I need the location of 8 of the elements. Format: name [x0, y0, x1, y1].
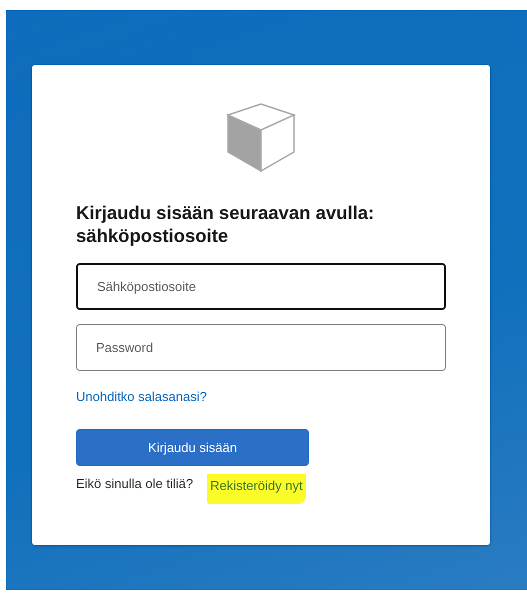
input-field[interactable]: Sähköpostiosoite — [76, 263, 446, 310]
login-heading: Kirjaudu sisään seuraavan avulla: sähköpostiosoite — [76, 201, 376, 248]
no-account-text: Eikö sinulla ole tiliä? — [76, 475, 194, 494]
forgot-password-link[interactable]: Unohditko salasanasi? — [76, 389, 207, 404]
sign-in-button[interactable]: Kirjaudu sisään — [76, 429, 309, 466]
input-field[interactable]: Password — [76, 324, 446, 372]
cube-icon — [226, 103, 296, 173]
register-link[interactable]: Rekisteröidy nyt — [207, 474, 306, 504]
